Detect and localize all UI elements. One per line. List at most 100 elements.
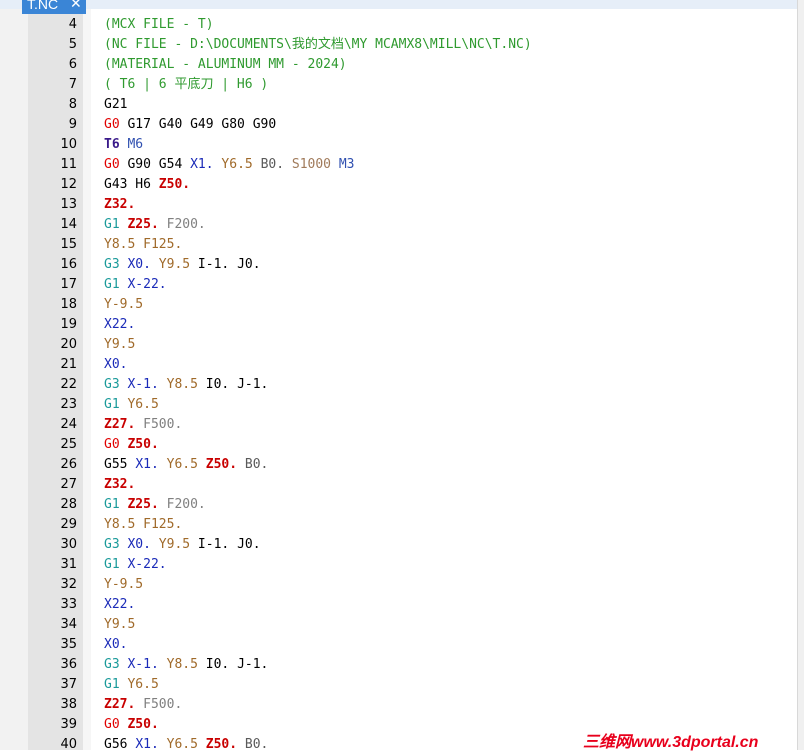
code-line[interactable]: 10 T6 M6 [0,135,797,155]
code-line[interactable]: 12 G43 H6 Z50. [0,175,797,195]
code-text: (NC FILE - D:\DOCUMENTS\我的文档\MY MCAMX8\M… [104,35,532,55]
code-token: T6 [104,137,120,152]
line-number: 8 [68,97,77,112]
line-number: 33 [60,597,77,612]
code-token: Y8.5 [104,517,136,532]
code-line[interactable]: 26 G55 X1. Y6.5 Z50. B0. [0,455,797,475]
code-line[interactable]: 28 G1 Z25. F200. [0,495,797,515]
code-token: G0 [104,717,120,732]
close-icon[interactable]: ✕ [70,0,82,10]
code-token: F200. [166,217,206,232]
code-line[interactable]: 16 G3 X0. Y9.5 I-1. J0. [0,255,797,275]
line-number: 29 [60,517,77,532]
code-line[interactable]: 21 X0. [0,355,797,375]
line-number: 35 [60,637,77,652]
code-line[interactable]: 18 Y-9.5 [0,295,797,315]
line-number: 32 [60,577,77,592]
code-token: Y9.5 [104,617,136,632]
code-token: X-1. [127,377,159,392]
line-number: 10 [60,137,77,152]
code-text: G56 X1. Y6.5 Z50. B0. [104,735,268,755]
code-token: Z32. [104,197,136,212]
code-token: Y6.5 [127,677,159,692]
line-number: 27 [60,477,77,492]
code-line[interactable]: 23 G1 Y6.5 [0,395,797,415]
code-text: G3 X-1. Y8.5 I0. J-1. [104,375,268,395]
code-line[interactable]: 17 G1 X-22. [0,275,797,295]
code-line[interactable]: 34 Y9.5 [0,615,797,635]
code-line[interactable]: 8 G21 [0,95,797,115]
code-line[interactable]: 36 G3 X-1. Y8.5 I0. J-1. [0,655,797,675]
code-line[interactable]: 6 (MATERIAL - ALUMINUM MM - 2024) [0,55,797,75]
code-token: I-1. J0. [190,257,261,272]
code-line[interactable]: 38 Z27. F500. [0,695,797,715]
code-token: ( T6 | 6 平底刀 | H6 ) [104,77,269,92]
code-line[interactable]: 4 (MCX FILE - T) [0,15,797,35]
code-text: ( T6 | 6 平底刀 | H6 ) [104,75,268,95]
code-token: X22. [104,597,136,612]
code-text: Z27. F500. [104,415,182,435]
code-text: Y9.5 [104,335,135,355]
code-line[interactable]: 7 ( T6 | 6 平底刀 | H6 ) [0,75,797,95]
code-line[interactable]: 14 G1 Z25. F200. [0,215,797,235]
line-number: 11 [60,157,77,172]
line-number: 30 [60,537,77,552]
code-text: Z32. [104,195,135,215]
code-line[interactable]: 35 X0. [0,635,797,655]
code-text: G0 Z50. [104,435,159,455]
code-line[interactable]: 13 Z32. [0,195,797,215]
code-token: X0. [104,357,128,372]
code-line[interactable]: 37 G1 Y6.5 [0,675,797,695]
tab-label: T.NC [27,0,59,12]
code-editor[interactable]: 4 (MCX FILE - T) 5 (NC FILE - D:\DOCUMENTS\… [0,15,797,755]
code-line[interactable]: 25 G0 Z50. [0,435,797,455]
code-line[interactable]: 20 Y9.5 [0,335,797,355]
code-text: X0. [104,355,127,375]
code-line[interactable]: 9 G0 G17 G40 G49 G80 G90 [0,115,797,135]
code-line[interactable]: 30 G3 X0. Y9.5 I-1. J0. [0,535,797,555]
line-number: 39 [60,717,77,732]
code-token: Y9.5 [158,537,191,552]
code-token: Y6.5 [221,157,253,172]
code-text: (MATERIAL - ALUMINUM MM - 2024) [104,55,347,75]
code-token: G17 G40 G49 G80 G90 [119,117,277,132]
line-number: 34 [60,617,77,632]
code-token: Z25. [127,217,159,232]
code-line[interactable]: 27 Z32. [0,475,797,495]
code-text: Y8.5 F125. [104,515,182,535]
code-token: I-1. J0. [190,537,261,552]
code-line[interactable]: 22 G3 X-1. Y8.5 I0. J-1. [0,375,797,395]
code-line[interactable]: 15 Y8.5 F125. [0,235,797,255]
code-line[interactable]: 24 Z27. F500. [0,415,797,435]
code-token: Z27. [104,697,136,712]
code-token: S1000 [291,157,332,172]
code-token: G21 [104,97,128,112]
line-number: 12 [60,177,77,192]
code-token: (MATERIAL - ALUMINUM MM - 2024) [104,57,347,72]
vertical-scrollbar[interactable] [797,0,804,750]
code-token: Z50. [127,437,159,452]
code-line[interactable]: 11 G0 G90 G54 X1. Y6.5 B0. S1000 M3 [0,155,797,175]
tab-t-nc[interactable]: T.NC ✕ [22,0,86,14]
code-line[interactable]: 29 Y8.5 F125. [0,515,797,535]
line-number: 20 [60,337,77,352]
code-token: I0. J-1. [197,377,269,392]
code-text: G55 X1. Y6.5 Z50. B0. [104,455,268,475]
code-token: Y-9.5 [104,577,144,592]
code-token: G1 [104,497,120,512]
code-line[interactable]: 5 (NC FILE - D:\DOCUMENTS\我的文档\MY MCAMX8\… [0,35,797,55]
code-token: G1 [104,397,120,412]
code-line[interactable]: 19 X22. [0,315,797,335]
code-line[interactable]: 32 Y-9.5 [0,575,797,595]
code-line[interactable]: 33 X22. [0,595,797,615]
code-token: G55 [104,457,136,472]
code-token: Y6.5 [166,457,198,472]
line-number: 9 [68,117,77,132]
code-line[interactable]: 31 G1 X-22. [0,555,797,575]
code-token: M3 [338,157,355,172]
